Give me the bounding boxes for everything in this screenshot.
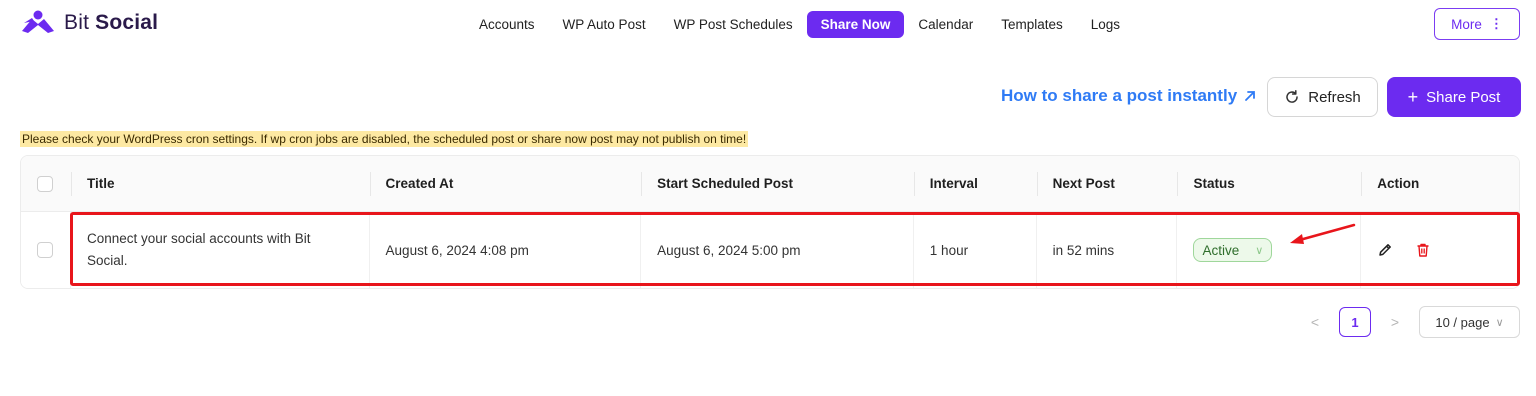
page-number-button[interactable]: 1 [1339,307,1371,337]
table-header: Title Created At Start Scheduled Post In… [21,156,1519,212]
howto-link[interactable]: How to share a post instantly [1001,86,1257,106]
row-interval: 1 hour [914,212,1037,288]
row-select-cell [21,212,71,288]
select-all-checkbox[interactable] [37,175,53,192]
header-interval[interactable]: Interval [913,156,1037,211]
delete-trash-icon[interactable] [1415,242,1431,258]
main-nav: Accounts WP Auto Post WP Post Schedules … [465,8,1134,40]
brand-name: Bit Social [64,11,159,34]
page-size-value: 10 / page [1435,314,1490,330]
cron-warning: Please check your WordPress cron setting… [20,131,749,147]
row-start-scheduled: August 6, 2024 5:00 pm [641,212,914,288]
nav-accounts[interactable]: Accounts [465,11,549,38]
row-next-post: in 52 mins [1037,212,1178,288]
chevron-down-icon: ∨ [1495,316,1504,329]
brand-logo[interactable]: Bit Social [20,8,158,38]
refresh-label: Refresh [1308,88,1361,106]
row-status-cell: Active ∨ [1177,212,1362,288]
chevron-down-icon: ∨ [1255,244,1264,257]
status-dropdown[interactable]: Active ∨ [1193,238,1273,262]
share-post-button[interactable]: + Share Post [1387,77,1521,117]
more-label: More [1451,16,1482,32]
refresh-icon [1286,90,1298,103]
nav-share-now[interactable]: Share Now [806,10,905,38]
nav-wp-post-schedules[interactable]: WP Post Schedules [660,11,807,38]
nav-logs[interactable]: Logs [1077,11,1134,38]
header-status[interactable]: Status [1177,156,1361,211]
header-title[interactable]: Title [70,156,370,211]
bit-social-logo-icon [22,10,54,33]
row-title-cell: Connect your social accounts with Bit So… [71,212,370,288]
header-start-scheduled-post[interactable]: Start Scheduled Post [641,156,914,211]
nav-wp-auto-post[interactable]: WP Auto Post [549,11,660,38]
refresh-button[interactable]: Refresh [1267,77,1378,117]
more-button[interactable]: More ⋮ [1434,8,1520,40]
share-post-label: Share Post [1426,88,1501,106]
external-link-arrow-icon [1245,91,1256,101]
share-now-table: Title Created At Start Scheduled Post In… [20,155,1520,289]
plus-icon: + [1407,87,1419,107]
status-value: Active [1202,242,1240,258]
row-title: Connect your social accounts with Bit So… [86,231,311,268]
page-size-select[interactable]: 10 / page ∨ [1419,306,1520,338]
prev-page-icon[interactable]: < [1305,314,1325,330]
row-checkbox[interactable] [37,242,53,258]
header-created-at[interactable]: Created At [369,156,642,211]
edit-pencil-icon[interactable] [1377,242,1393,258]
nav-templates[interactable]: Templates [987,11,1077,38]
row-action-cell [1361,212,1519,288]
header-next-post[interactable]: Next Post [1036,156,1178,211]
header-action: Action [1361,156,1519,211]
howto-label: How to share a post instantly [1001,86,1238,105]
next-page-icon[interactable]: > [1385,314,1405,330]
select-all-cell [21,156,71,211]
row-created-at: August 6, 2024 4:08 pm [370,212,642,288]
pagination: < 1 > 10 / page ∨ [1305,306,1520,338]
nav-calendar[interactable]: Calendar [904,11,987,38]
table-row: Connect your social accounts with Bit So… [21,212,1519,288]
kebab-menu-icon: ⋮ [1489,16,1503,31]
